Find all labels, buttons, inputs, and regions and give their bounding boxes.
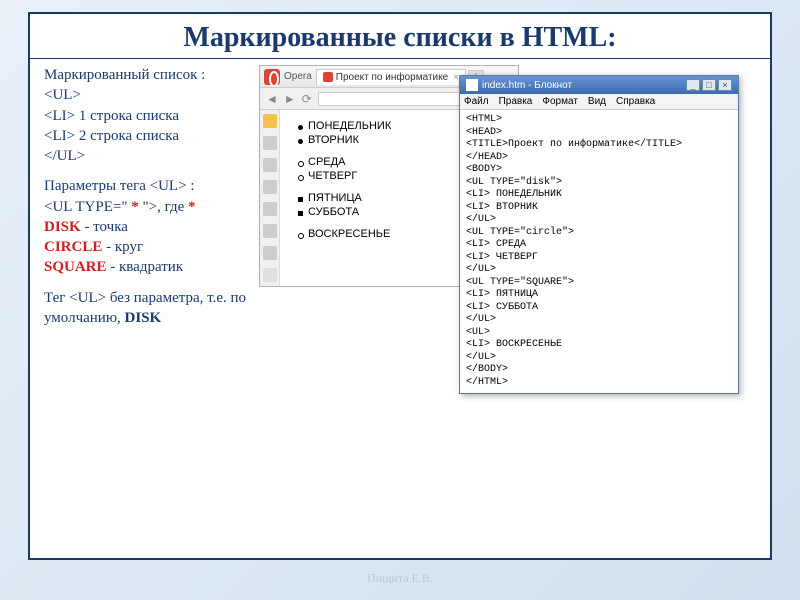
reload-icon[interactable]: ⟳ (302, 92, 312, 106)
notepad-window: index.htm - Блокнот _ □ × Файл Правка Фо… (459, 75, 739, 394)
left-column: Маркированный список : <UL> <LI> 1 строк… (44, 65, 259, 338)
circle-line: CIRCLE - круг (44, 237, 259, 257)
notepad-title-text: index.htm - Блокнот (482, 80, 572, 91)
tab-favicon-icon (323, 72, 333, 82)
params-type-a: <UL TYPE=" (44, 199, 131, 215)
params-star2: * (188, 199, 196, 215)
tab-title: Проект по информатике (336, 72, 448, 83)
disk-key: DISK (44, 219, 81, 235)
opera-logo-icon[interactable] (264, 69, 280, 85)
note-a: Тег (44, 290, 69, 306)
code-ul-close: </UL> (44, 146, 259, 166)
window-controls: _ □ × (686, 79, 732, 91)
circle-key: CIRCLE (44, 239, 102, 255)
code-li-2: <LI> 2 строка списка (44, 126, 259, 146)
code-ul-open: <UL> (44, 85, 259, 105)
note-ul: <UL> (69, 290, 106, 306)
notepad-titlebar: index.htm - Блокнот _ □ × (460, 76, 738, 94)
minimize-button[interactable]: _ (686, 79, 700, 91)
example-heading: Маркированный список : (44, 65, 259, 85)
sidebar-plus-icon[interactable] (263, 268, 277, 282)
note-block: Тег <UL> без параметра, т.е. по умолчани… (44, 288, 259, 329)
params-type-b: "> (139, 199, 157, 215)
params-type-line: <UL TYPE=" * ">, где * (44, 197, 259, 217)
sidebar-history-icon[interactable] (263, 180, 277, 194)
notepad-app-icon (466, 79, 478, 91)
menu-file[interactable]: Файл (464, 96, 489, 107)
opera-app-label: Opera (284, 71, 312, 82)
disk-line: DISK - точка (44, 217, 259, 237)
opera-sidebar (260, 110, 280, 286)
slide-content: Маркированный список : <UL> <LI> 1 строк… (30, 59, 770, 344)
sidebar-extensions-icon[interactable] (263, 224, 277, 238)
menu-edit[interactable]: Правка (499, 96, 533, 107)
back-icon[interactable]: ◄ (266, 92, 278, 106)
sidebar-download-icon[interactable] (263, 202, 277, 216)
sidebar-star-icon[interactable] (263, 136, 277, 150)
note-disk: DISK (125, 310, 162, 326)
menu-help[interactable]: Справка (616, 96, 655, 107)
slide-frame: Маркированные списки в HTML: Маркированн… (28, 12, 772, 560)
params-label-a: Параметры тега (44, 178, 150, 194)
params-label-ul: <UL> (150, 178, 187, 194)
forward-icon[interactable]: ► (284, 92, 296, 106)
sidebar-settings-icon[interactable] (263, 246, 277, 260)
menu-format[interactable]: Формат (542, 96, 578, 107)
disk-val: - точка (81, 219, 128, 235)
notepad-menubar: Файл Правка Формат Вид Справка (460, 94, 738, 110)
code-li-1: <LI> 1 строка списка (44, 106, 259, 126)
sidebar-heart-icon[interactable] (263, 158, 277, 172)
notepad-textarea[interactable]: <HTML> <HEAD> <TITLE>Проект по информати… (460, 110, 738, 393)
params-label-b: : (187, 178, 195, 194)
params-type-star: * (131, 199, 139, 215)
footer-credit: Пищита Е.В. (0, 571, 800, 586)
browser-tab[interactable]: Проект по информатике × (316, 69, 466, 85)
slide-title: Маркированные списки в HTML: (30, 14, 770, 59)
menu-view[interactable]: Вид (588, 96, 606, 107)
sidebar-icon[interactable] (263, 114, 277, 128)
circle-val: - круг (102, 239, 143, 255)
right-column: Opera Проект по информатике × + ◄ ► ⟳ (259, 65, 760, 338)
square-key: SQUARE (44, 259, 107, 275)
square-line: SQUARE - квадратик (44, 257, 259, 277)
params-where: , где (157, 199, 188, 215)
close-button[interactable]: × (718, 79, 732, 91)
square-val: - квадратик (107, 259, 184, 275)
params-line: Параметры тега <UL> : (44, 176, 259, 196)
maximize-button[interactable]: □ (702, 79, 716, 91)
